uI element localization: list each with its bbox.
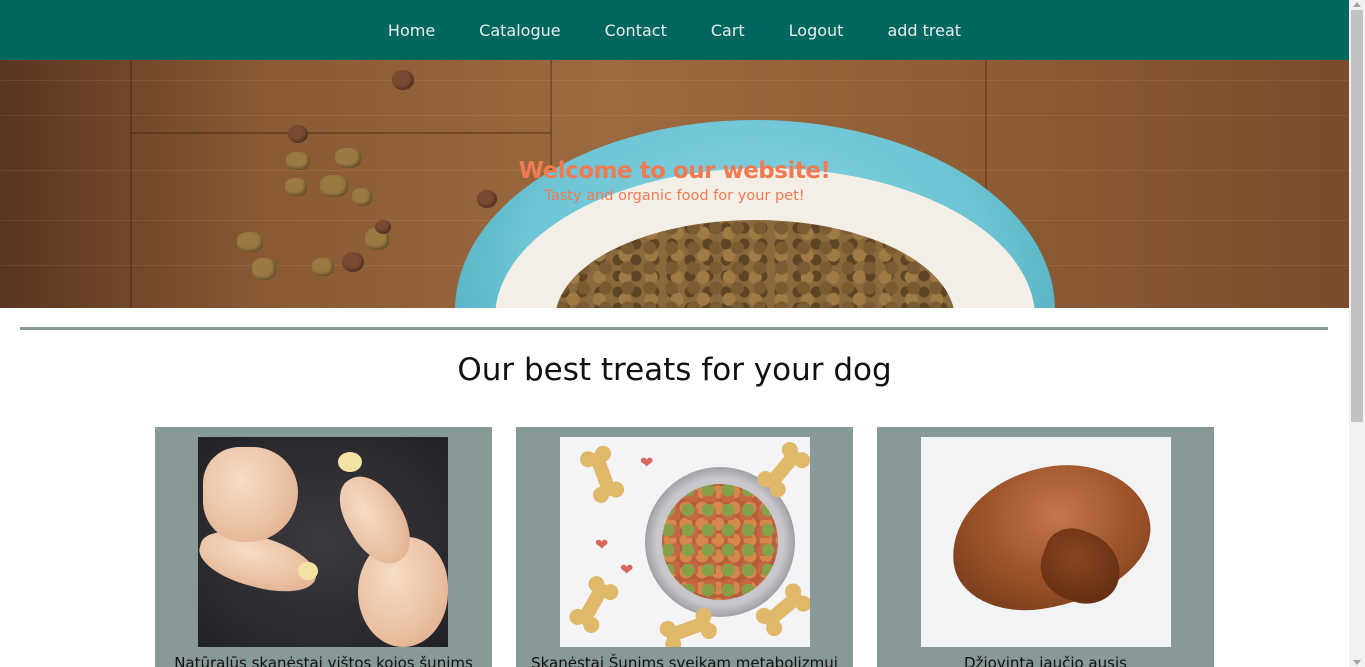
nav-link-catalogue[interactable]: Catalogue [479, 21, 560, 40]
kibble-piece [342, 252, 364, 272]
dog-bone-biscuit [663, 614, 713, 644]
hero-subtitle: Tasty and organic food for your pet! [544, 188, 805, 204]
kibble-piece [375, 220, 391, 234]
nav-link-add-treat[interactable]: add treat [887, 21, 961, 40]
kibble-fill [662, 484, 778, 600]
scroll-up-icon[interactable] [1353, 2, 1361, 7]
product-grid: Natūralūs skanėstai vištos kojos šunims … [155, 427, 1214, 667]
product-caption[interactable]: Skanėstai Šunims sveikam metabolizmui [516, 654, 853, 667]
kibble-piece [392, 70, 414, 90]
wood-grain [0, 80, 1349, 81]
bone-tip [298, 562, 318, 580]
product-image-kibble-bowl[interactable]: ❤ ❤ ❤ [560, 437, 810, 647]
bone-tip [338, 452, 362, 472]
hero-banner: Welcome to our website! Tasty and organi… [0, 60, 1349, 308]
scrollbar-thumb[interactable] [1351, 10, 1363, 422]
nav-item-catalogue: Catalogue [457, 21, 582, 40]
product-card[interactable]: Natūralūs skanėstai vištos kojos šunims [155, 427, 492, 667]
scroll-down-icon[interactable] [1353, 660, 1361, 665]
top-navbar: Home Catalogue Contact Cart Logout add t… [0, 0, 1349, 60]
section-title: Our best treats for your dog [457, 352, 892, 388]
hero-title: Welcome to our website! [518, 158, 831, 184]
product-caption[interactable]: Džiovinta jaučio ausis [877, 654, 1214, 667]
dog-bone-biscuit [762, 446, 804, 492]
wood-grain [0, 115, 1349, 116]
nav-item-home: Home [366, 21, 457, 40]
section-divider [20, 327, 1328, 330]
nav-item-cart: Cart [689, 21, 767, 40]
product-image-chicken-legs[interactable] [198, 437, 448, 647]
heart-icon: ❤ [640, 453, 654, 472]
kibble-piece [252, 258, 276, 280]
wood-board-line [130, 132, 550, 134]
nav-item-logout: Logout [767, 21, 866, 40]
nav-link-cart[interactable]: Cart [711, 21, 745, 40]
kibble-piece [237, 232, 263, 252]
product-caption[interactable]: Natūralūs skanėstai vištos kojos šunims [155, 654, 492, 667]
dog-bone-biscuit [575, 580, 611, 628]
nav-item-contact: Contact [583, 21, 689, 40]
heart-icon: ❤ [620, 560, 634, 579]
nav-menu: Home Catalogue Contact Cart Logout add t… [366, 21, 983, 40]
page: Home Catalogue Contact Cart Logout add t… [0, 0, 1365, 667]
kibble-piece [312, 258, 334, 276]
kibble-piece [288, 125, 308, 143]
heart-icon: ❤ [595, 535, 609, 554]
hero-text: Welcome to our website! Tasty and organi… [0, 158, 1349, 204]
nav-item-add-treat: add treat [865, 21, 983, 40]
chicken-thigh [203, 447, 298, 542]
nav-link-home[interactable]: Home [388, 21, 435, 40]
vertical-scrollbar[interactable] [1349, 0, 1365, 667]
product-card[interactable]: ❤ ❤ ❤ Skanėstai Šunims sveikam metaboliz… [516, 427, 853, 667]
product-image-dried-ear[interactable] [921, 437, 1171, 647]
product-card[interactable]: Džiovinta jaučio ausis [877, 427, 1214, 667]
nav-link-logout[interactable]: Logout [789, 21, 844, 40]
dog-bone-biscuit [588, 449, 618, 499]
nav-link-contact[interactable]: Contact [605, 21, 667, 40]
